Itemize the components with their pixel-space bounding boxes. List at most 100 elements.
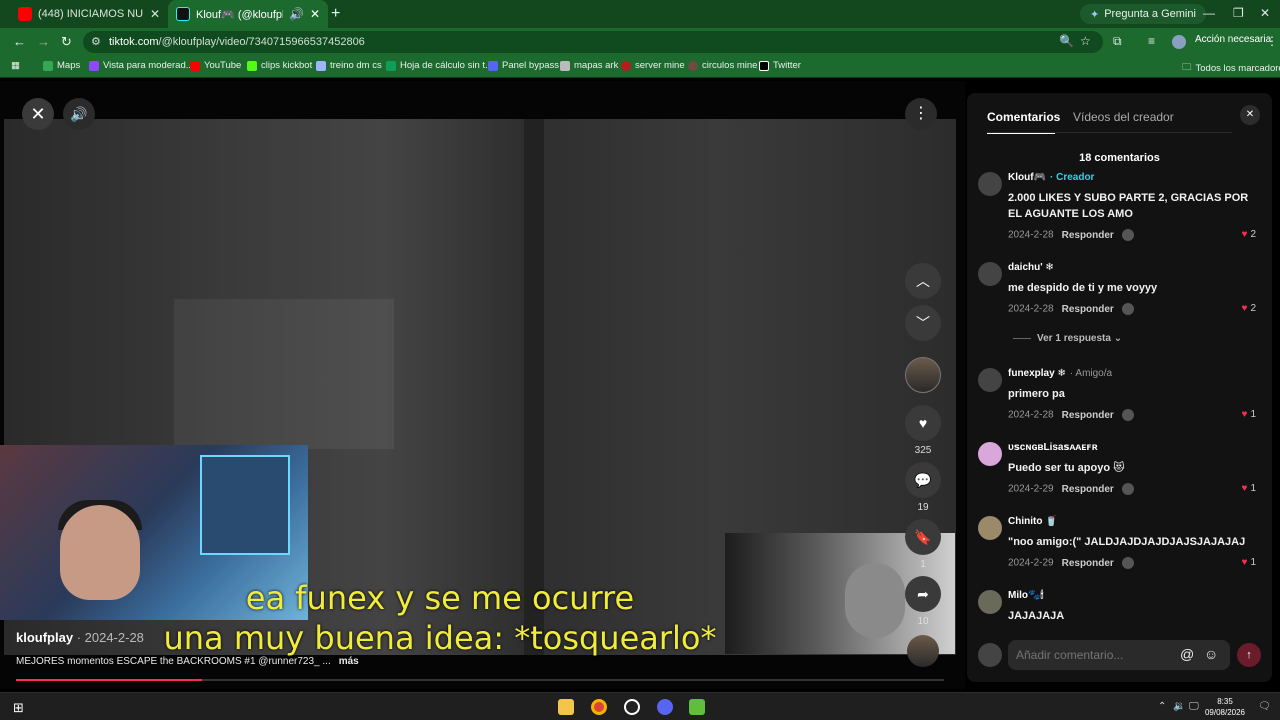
bookmark-twitter[interactable]: Twitter xyxy=(759,60,801,71)
reply-button[interactable]: Responder xyxy=(1062,410,1114,421)
close-icon[interactable]: ✕ xyxy=(310,7,320,21)
back-arrow-icon[interactable]: ← xyxy=(13,34,26,49)
bookmark-vista[interactable]: Vista para moderad... xyxy=(89,60,194,71)
tab-youtube[interactable]: (448) INICIAMOS NUEVO WIPE ✕ xyxy=(10,0,168,28)
network-icon[interactable]: 🖵 xyxy=(1189,701,1199,712)
media-control-icon[interactable]: ≡ xyxy=(1148,34,1155,48)
comment-username[interactable]: Milo🐾🕯 xyxy=(1008,590,1043,601)
new-tab-button[interactable]: + xyxy=(331,5,340,23)
close-video-button[interactable]: ✕ xyxy=(22,98,54,130)
volume-tray-icon[interactable]: 🔉 xyxy=(1173,701,1185,712)
avatar[interactable] xyxy=(978,442,1002,466)
bookmark-treino[interactable]: treino dm cs xyxy=(316,60,382,71)
reply-button[interactable]: Responder xyxy=(1062,230,1114,241)
comment-likes[interactable]: ♥ 2 xyxy=(1242,229,1257,240)
avatar[interactable] xyxy=(978,590,1002,614)
notifications-icon[interactable]: 🗨 xyxy=(1258,701,1271,712)
close-panel-icon[interactable]: ✕ xyxy=(1240,105,1260,125)
minimize-button[interactable]: — xyxy=(1203,6,1215,20)
mention-icon[interactable]: @ xyxy=(1180,646,1194,662)
menu-kebab-icon[interactable]: ⋮ xyxy=(1266,34,1278,48)
discord-icon[interactable] xyxy=(657,699,673,715)
bookmark-circulos[interactable]: circulos mine xyxy=(688,60,757,71)
bookmark-panel[interactable]: Panel bypass xyxy=(488,60,559,71)
gemini-button[interactable]: ✦ Pregunta a Gemini xyxy=(1080,4,1206,24)
like-action[interactable]: ♥ 325 xyxy=(905,405,941,456)
video-shadow xyxy=(524,119,544,655)
tab-comments[interactable]: Comentarios xyxy=(987,110,1060,124)
volume-icon[interactable]: 🔊 xyxy=(63,98,95,130)
all-bookmarks-folder[interactable]: 🗀 Todos los marcadores xyxy=(1182,60,1280,76)
close-window-button[interactable]: ✕ xyxy=(1260,6,1270,20)
speaker-icon[interactable]: 🔊 xyxy=(289,7,304,21)
share-action[interactable]: ➦ 10 xyxy=(905,576,941,627)
avatar[interactable] xyxy=(978,172,1002,196)
system-clock[interactable]: 8:35 09/08/2026 xyxy=(1200,696,1250,718)
comment-input[interactable] xyxy=(1016,647,1176,663)
comment-text: primero pa xyxy=(1008,388,1065,400)
bookmark-server[interactable]: server mine xyxy=(621,60,685,71)
save-action[interactable]: 🔖 1 xyxy=(905,519,941,570)
tray-chevron-icon[interactable]: ⌃ xyxy=(1158,701,1166,712)
reply-button[interactable]: Responder xyxy=(1062,304,1114,315)
obs-icon[interactable] xyxy=(624,699,640,715)
more-options-icon[interactable]: ⋮ xyxy=(905,98,937,130)
tab-creator-videos[interactable]: Vídeos del creador xyxy=(1073,110,1174,124)
bookmark-kickbot[interactable]: clips kickbot xyxy=(247,60,312,71)
creator-avatar-bottom[interactable] xyxy=(907,635,939,667)
reply-button[interactable]: Responder xyxy=(1062,484,1114,495)
reply-button[interactable]: Responder xyxy=(1062,558,1114,569)
apps-grid-icon[interactable]: ▦ xyxy=(11,60,20,71)
webcam-person xyxy=(60,505,140,600)
next-video-button[interactable]: ﹀ xyxy=(905,305,941,341)
comment-username[interactable]: funexplay ❄ · Amigo/a xyxy=(1008,368,1112,379)
share-arrow-icon[interactable]: ➦ xyxy=(905,576,941,612)
comment-likes[interactable]: ♥ 1 xyxy=(1242,483,1257,494)
avatar[interactable] xyxy=(978,368,1002,392)
extensions-icon[interactable]: ⧉ xyxy=(1113,34,1122,49)
zoom-icon[interactable]: 🔍 xyxy=(1059,34,1074,48)
chrome-icon[interactable] xyxy=(591,699,607,715)
comment-username[interactable]: ᴜꜱᴄɴɢʙLisaꜱᴀᴀᴇꜰʀ xyxy=(1008,442,1098,453)
minecraft-icon[interactable] xyxy=(689,699,705,715)
tab-tiktok[interactable]: Klouf🎮 (@kloufplay) | TikT 🔊 ✕ xyxy=(168,0,328,28)
close-icon[interactable]: ✕ xyxy=(150,7,160,21)
bookmark-maps[interactable]: Maps xyxy=(43,60,80,71)
comment-username[interactable]: Chinito 🥤 xyxy=(1008,516,1058,527)
comment-likes[interactable]: ♥ 2 xyxy=(1242,303,1257,314)
send-arrow-icon[interactable]: ↑ xyxy=(1237,643,1261,667)
action-needed-button[interactable]: Acción necesaria xyxy=(1195,34,1271,45)
windows-start-icon[interactable]: ⊞ xyxy=(13,700,24,716)
bookmark-sheet[interactable]: Hoja de cálculo sin t... xyxy=(386,60,493,71)
progress-fill xyxy=(16,679,202,681)
profile-avatar[interactable] xyxy=(1172,35,1186,49)
bookmark-ark[interactable]: mapas ark xyxy=(560,60,618,71)
file-explorer-icon[interactable] xyxy=(558,699,574,715)
bookmark-star-icon[interactable]: ☆ xyxy=(1080,34,1091,48)
view-replies-button[interactable]: Ver 1 respuesta ⌄ xyxy=(1013,333,1122,344)
video-author[interactable]: kloufplay · 2024-2-28 xyxy=(16,630,144,645)
restore-button[interactable]: ❐ xyxy=(1233,6,1244,20)
heart-icon[interactable]: ♥ xyxy=(905,405,941,441)
reload-icon[interactable]: ↻ xyxy=(61,34,72,50)
avatar[interactable] xyxy=(978,516,1002,540)
more-link[interactable]: más xyxy=(339,656,359,667)
previous-video-button[interactable]: ︿ xyxy=(905,263,941,299)
address-bar[interactable]: ⚙ tiktok.com/@kloufplay/video/7340715966… xyxy=(83,31,1103,53)
comment-input-box[interactable]: @ ☺ xyxy=(1008,640,1230,670)
forward-arrow-icon[interactable]: → xyxy=(37,34,50,49)
comment-username[interactable]: Klouf🎮 · Creador xyxy=(1008,172,1094,183)
comment-action[interactable]: 💬 19 xyxy=(905,462,941,513)
comment-likes[interactable]: ♥ 1 xyxy=(1242,409,1257,420)
bookmark-youtube[interactable]: YouTube xyxy=(190,60,241,71)
comment-bubble-icon[interactable]: 💬 xyxy=(905,462,941,498)
creator-avatar[interactable] xyxy=(905,357,941,393)
bookmark-icon[interactable]: 🔖 xyxy=(905,519,941,555)
comment-meta: 2024-2-29 Responder xyxy=(1008,483,1134,495)
site-info-icon[interactable]: ⚙ xyxy=(91,35,101,48)
avatar[interactable] xyxy=(978,262,1002,286)
video-progress-bar[interactable] xyxy=(16,679,944,681)
comment-username[interactable]: daichu' ❄ xyxy=(1008,262,1054,273)
emoji-icon[interactable]: ☺ xyxy=(1204,646,1218,662)
comment-likes[interactable]: ♥ 1 xyxy=(1242,557,1257,568)
